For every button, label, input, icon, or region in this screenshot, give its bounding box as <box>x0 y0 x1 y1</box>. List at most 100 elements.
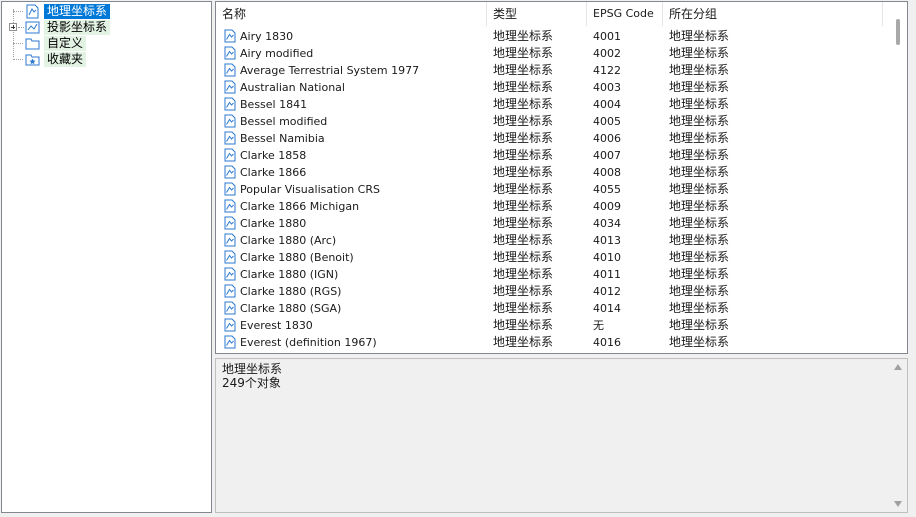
cell-type: 地理坐标系 <box>493 29 554 43</box>
cell-type: 地理坐标系 <box>493 250 554 264</box>
cell-epsg-code: 4001 <box>593 30 621 43</box>
cell-type: 地理坐标系 <box>493 148 554 162</box>
category-tree[interactable]: 地理坐标系 投影坐标系 自定义 收藏夹 <box>1 1 212 513</box>
table-row[interactable]: Clarke 1880 (RGS) 地理坐标系 4012 地理坐标系 <box>216 283 896 300</box>
geographic-crs-icon <box>223 148 237 162</box>
cell-type: 地理坐标系 <box>493 114 554 128</box>
description-scrollbar[interactable] <box>890 359 907 512</box>
cell-group: 地理坐标系 <box>669 148 730 162</box>
scroll-down-icon[interactable] <box>894 501 902 507</box>
cell-type: 地理坐标系 <box>493 80 554 94</box>
cell-type: 地理坐标系 <box>493 97 554 111</box>
cell-name: Clarke 1858 <box>240 149 307 162</box>
cell-name: Clarke 1880 (Arc) <box>240 234 337 247</box>
cell-epsg-code: 4006 <box>593 132 621 145</box>
table-row[interactable]: Airy 1830 地理坐标系 4001 地理坐标系 <box>216 28 896 45</box>
geographic-crs-icon <box>223 216 237 230</box>
tree-connector <box>13 43 23 44</box>
table-row[interactable]: Clarke 1866 Michigan 地理坐标系 4009 地理坐标系 <box>216 198 896 215</box>
table-row[interactable]: Clarke 1866 地理坐标系 4008 地理坐标系 <box>216 164 896 181</box>
cell-epsg-code: 4007 <box>593 149 621 162</box>
cell-type: 地理坐标系 <box>493 182 554 196</box>
table-row[interactable]: Average Terrestrial System 1977 地理坐标系 4122… <box>216 62 896 79</box>
cell-name: Clarke 1880 (IGN) <box>240 268 339 281</box>
table-row[interactable]: Popular Visualisation CRS 地理坐标系 4055 地理坐标系 <box>216 181 896 198</box>
cell-type: 地理坐标系 <box>493 165 554 179</box>
tree-item-label: 投影坐标系 <box>44 20 111 35</box>
table-row[interactable]: Clarke 1858 地理坐标系 4007 地理坐标系 <box>216 147 896 164</box>
scroll-up-icon[interactable] <box>894 364 902 370</box>
expand-plus-icon[interactable] <box>9 23 17 31</box>
cell-name: Clarke 1880 (Benoit) <box>240 251 354 264</box>
table-row[interactable]: Airy modified 地理坐标系 4002 地理坐标系 <box>216 45 896 62</box>
geographic-crs-icon <box>223 165 237 179</box>
column-header-group[interactable]: 所在分组 <box>663 2 883 26</box>
cell-group: 地理坐标系 <box>669 80 730 94</box>
scrollbar-thumb[interactable] <box>896 19 900 45</box>
cell-epsg-code: 无 <box>593 319 604 332</box>
cell-type: 地理坐标系 <box>493 131 554 145</box>
column-header-type[interactable]: 类型 <box>487 2 587 26</box>
cell-epsg-code: 4011 <box>593 268 621 281</box>
cell-epsg-code: 4122 <box>593 64 621 77</box>
geographic-crs-icon <box>223 114 237 128</box>
cell-epsg-code: 4013 <box>593 234 621 247</box>
table-row[interactable]: Clarke 1880 地理坐标系 4034 地理坐标系 <box>216 215 896 232</box>
cell-group: 地理坐标系 <box>669 97 730 111</box>
cell-group: 地理坐标系 <box>669 114 730 128</box>
cell-type: 地理坐标系 <box>493 233 554 247</box>
tree-item-favorites[interactable]: 收藏夹 <box>2 52 142 67</box>
column-header-epsg[interactable]: EPSG Code <box>587 2 663 26</box>
tree-item-geographic[interactable]: 地理坐标系 <box>2 4 142 19</box>
column-header-name[interactable]: 名称 <box>216 2 487 26</box>
table-row[interactable]: Clarke 1880 (Benoit) 地理坐标系 4010 地理坐标系 <box>216 249 896 266</box>
cell-epsg-code: 4010 <box>593 251 621 264</box>
table-row[interactable]: Clarke 1880 (Arc) 地理坐标系 4013 地理坐标系 <box>216 232 896 249</box>
cell-epsg-code: 4008 <box>593 166 621 179</box>
cell-epsg-code: 4034 <box>593 217 621 230</box>
table-row[interactable]: Bessel 1841 地理坐标系 4004 地理坐标系 <box>216 96 896 113</box>
tree-item-label: 自定义 <box>44 36 87 51</box>
tree-connector <box>13 59 23 60</box>
cell-group: 地理坐标系 <box>669 29 730 43</box>
table-row[interactable]: Bessel modified 地理坐标系 4005 地理坐标系 <box>216 113 896 130</box>
cell-name: Australian National <box>240 81 345 94</box>
geographic-crs-icon <box>223 301 237 315</box>
cell-name: Airy modified <box>240 47 314 60</box>
geographic-crs-icon <box>223 46 237 60</box>
cell-group: 地理坐标系 <box>669 318 730 332</box>
geographic-crs-icon <box>223 131 237 145</box>
geographic-crs-icon <box>223 267 237 281</box>
cell-epsg-code: 4016 <box>593 336 621 349</box>
cell-name: Everest (definition 1967) <box>240 336 377 349</box>
crs-list-view[interactable]: 名称 类型 EPSG Code 所在分组 Airy 1830 地理坐标系 4001 地… <box>215 1 908 354</box>
cell-name: Clarke 1866 <box>240 166 307 179</box>
cell-group: 地理坐标系 <box>669 46 730 60</box>
table-row[interactable]: Bessel Namibia 地理坐标系 4006 地理坐标系 <box>216 130 896 147</box>
cell-group: 地理坐标系 <box>669 267 730 281</box>
cell-epsg-code: 4004 <box>593 98 621 111</box>
cell-epsg-code: 4012 <box>593 285 621 298</box>
tree-item-projected[interactable]: 投影坐标系 <box>2 20 142 35</box>
tree-connector <box>18 27 24 28</box>
cell-name: Bessel Namibia <box>240 132 325 145</box>
list-scrollbar[interactable] <box>890 2 907 353</box>
cell-name: Popular Visualisation CRS <box>240 183 380 196</box>
tree-item-custom[interactable]: 自定义 <box>2 36 142 51</box>
cell-group: 地理坐标系 <box>669 301 730 315</box>
table-row[interactable]: Everest (definition 1967) 地理坐标系 4016 地理坐标系 <box>216 334 896 351</box>
description-category: 地理坐标系 <box>222 362 283 376</box>
table-row[interactable]: Everest 1830 地理坐标系 无 地理坐标系 <box>216 317 896 334</box>
geographic-crs-icon <box>25 4 40 19</box>
geographic-crs-icon <box>223 182 237 196</box>
cell-type: 地理坐标系 <box>493 63 554 77</box>
table-row[interactable]: Australian National 地理坐标系 4003 地理坐标系 <box>216 79 896 96</box>
cell-group: 地理坐标系 <box>669 233 730 247</box>
description-panel: 地理坐标系 249个对象 <box>215 358 908 513</box>
table-row[interactable]: Clarke 1880 (SGA) 地理坐标系 4014 地理坐标系 <box>216 300 896 317</box>
geographic-crs-icon <box>223 250 237 264</box>
tree-item-label: 收藏夹 <box>44 52 87 67</box>
geographic-crs-icon <box>223 63 237 77</box>
cell-epsg-code: 4005 <box>593 115 621 128</box>
table-row[interactable]: Clarke 1880 (IGN) 地理坐标系 4011 地理坐标系 <box>216 266 896 283</box>
